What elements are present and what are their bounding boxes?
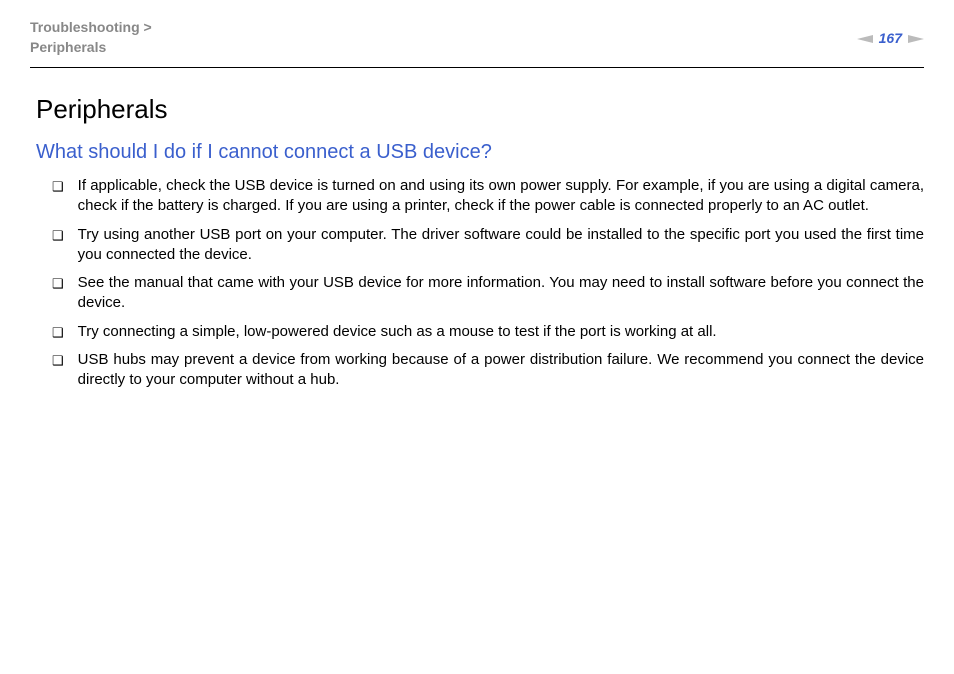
page-content: Peripherals What should I do if I cannot… (30, 94, 924, 390)
breadcrumb-current[interactable]: Peripherals (30, 38, 152, 58)
bullet-text: Try using another USB port on your compu… (78, 225, 924, 266)
bullet-icon: ❑ (52, 352, 64, 370)
next-page-arrow-icon[interactable] (908, 32, 924, 44)
bullet-icon: ❑ (52, 275, 64, 293)
list-item: ❑ USB hubs may prevent a device from wor… (52, 350, 924, 391)
section-heading: What should I do if I cannot connect a U… (36, 141, 924, 164)
bullet-text: If applicable, check the USB device is t… (78, 176, 924, 217)
page-header: Troubleshooting > Peripherals 167 (30, 18, 924, 68)
bullet-text: See the manual that came with your USB d… (78, 273, 924, 314)
bullet-list: ❑ If applicable, check the USB device is… (36, 176, 924, 390)
list-item: ❑ Try connecting a simple, low-powered d… (52, 322, 924, 342)
bullet-icon: ❑ (52, 227, 64, 245)
prev-page-arrow-icon[interactable] (857, 32, 873, 44)
bullet-text: USB hubs may prevent a device from worki… (78, 350, 924, 391)
page-title: Peripherals (36, 94, 924, 125)
bullet-icon: ❑ (52, 324, 64, 342)
list-item: ❑ If applicable, check the USB device is… (52, 176, 924, 217)
list-item: ❑ See the manual that came with your USB… (52, 273, 924, 314)
bullet-text: Try connecting a simple, low-powered dev… (78, 322, 924, 342)
breadcrumb: Troubleshooting > Peripherals (30, 18, 152, 57)
page-navigation: 167 (857, 18, 924, 46)
page-number: 167 (879, 30, 902, 46)
bullet-icon: ❑ (52, 178, 64, 196)
breadcrumb-parent[interactable]: Troubleshooting > (30, 18, 152, 38)
list-item: ❑ Try using another USB port on your com… (52, 225, 924, 266)
